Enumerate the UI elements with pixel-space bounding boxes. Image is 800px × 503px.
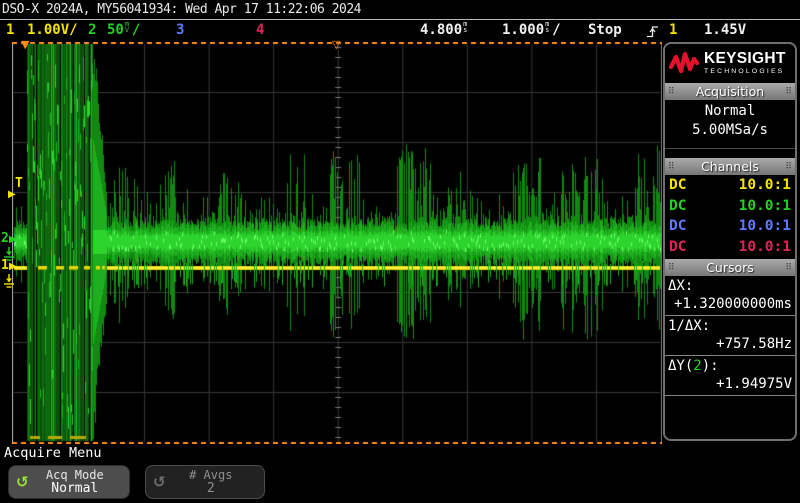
cursor-inverse-delta-x-label: 1/ΔX:	[665, 316, 795, 335]
cursor-delta-y-value: +1.94975V	[665, 375, 795, 396]
num-avgs-softkey[interactable]: ↺ # Avgs 2	[145, 465, 265, 499]
cursors-panel-header[interactable]: ⠿ Cursors ⠿	[665, 259, 795, 276]
cursor-delta-y: ΔY(2): +1.94975V	[665, 356, 795, 396]
graticule-area: ▼ ▽	[12, 42, 662, 444]
grip-icon: ⠿	[668, 263, 675, 273]
channel4-probe: 10.0:1	[739, 239, 791, 255]
cursor-inverse-delta-x: 1/ΔX: +757.58Hz	[665, 316, 795, 356]
trigger-slope-icon	[646, 24, 659, 39]
cursor-delta-x-value: +1.320000000ms	[665, 295, 795, 316]
channels-panel: ⠿ Channels ⠿ DC 10.0:1 DC 10.0:1 DC 10.0…	[665, 158, 795, 259]
channel2-probe: 10.0:1	[739, 198, 791, 214]
channel1-row: DC 10.0:1	[665, 175, 795, 196]
grip-icon: ⠿	[785, 87, 792, 97]
channel3-coupling: DC	[669, 218, 686, 234]
channel4-coupling: DC	[669, 239, 686, 255]
keysight-spark-icon	[669, 50, 699, 76]
channel3-row: DC 10.0:1	[665, 216, 795, 237]
cycle-icon: ↺	[153, 475, 166, 490]
acquisition-panel: ⠿ Acquisition ⠿ Normal 5.00MSa/s	[665, 83, 795, 149]
sample-rate-value: 5.00MSa/s	[665, 121, 795, 140]
system-status-line: DSO-X 2024A, MY56041934: Wed Apr 17 11:2…	[2, 2, 361, 17]
ch1-reference-label: 1	[1, 259, 9, 272]
brand-name: KEYSIGHT	[704, 51, 786, 66]
time-reference-icon: ▽	[332, 39, 340, 50]
num-avgs-softkey-value: 2	[166, 482, 256, 496]
acquisition-mode-value: Normal	[665, 102, 795, 121]
grip-icon: ⠿	[668, 87, 675, 97]
channel1-probe: 10.0:1	[739, 177, 791, 193]
run-state-indicator: Stop	[588, 21, 622, 39]
acq-mode-softkey-label: Acq Mode	[29, 469, 121, 482]
trigger-source-readout: 1	[669, 21, 677, 39]
oscilloscope-screen: { "header": { "title": "DSO-X 2024A, MY5…	[0, 0, 800, 503]
channel4-row: DC 10.0:1	[665, 237, 795, 258]
grip-icon: ⠿	[668, 162, 675, 172]
grip-icon: ⠿	[785, 263, 792, 273]
channels-panel-title: Channels	[701, 159, 759, 174]
channel2-row: DC 10.0:1	[665, 196, 795, 217]
acquisition-panel-title: Acquisition	[696, 84, 764, 99]
title-divider	[0, 19, 800, 20]
ch3-number: 3	[176, 21, 184, 39]
cycle-icon: ↺	[16, 475, 29, 490]
acq-mode-softkey[interactable]: ↺ Acq Mode Normal	[8, 465, 130, 499]
trigger-level-readout: 1.45V	[704, 21, 746, 39]
info-sidebar: KEYSIGHT TECHNOLOGIES ⠿ Acquisition ⠿ No…	[663, 42, 797, 441]
timebase-readout: 1.000ms/	[502, 21, 561, 39]
cursor-delta-y-label: ΔY(2):	[665, 356, 795, 375]
ch2-reference-label: 2	[1, 232, 9, 245]
trigger-level-marker-label: T	[15, 177, 23, 190]
channel1-coupling: DC	[669, 177, 686, 193]
menu-title: Acquire Menu	[4, 445, 102, 461]
ch1-reference-arrow-icon: ▶	[9, 262, 17, 272]
cursor-inverse-delta-x-value: +757.58Hz	[665, 335, 795, 356]
ch2-reference-arrow-icon: ▶	[9, 235, 17, 245]
channel3-probe: 10.0:1	[739, 218, 791, 234]
cursor-delta-x-label: ΔX:	[665, 276, 795, 295]
acq-mode-softkey-value: Normal	[29, 482, 121, 496]
ch1-scale-readout: 1.00V/	[27, 21, 78, 39]
trigger-position-icon: ▼	[21, 39, 29, 50]
channel2-coupling: DC	[669, 198, 686, 214]
keysight-logo: KEYSIGHT TECHNOLOGIES	[665, 44, 795, 83]
acquisition-panel-header[interactable]: ⠿ Acquisition ⠿	[665, 83, 795, 100]
ch4-number: 4	[256, 21, 264, 39]
cursors-panel-title: Cursors	[706, 260, 754, 275]
num-avgs-softkey-label: # Avgs	[166, 469, 256, 482]
cursor-delta-x: ΔX: +1.320000000ms	[665, 276, 795, 316]
brand-subname: TECHNOLOGIES	[704, 68, 786, 75]
cursors-panel: ⠿ Cursors ⠿ ΔX: +1.320000000ms 1/ΔX: +75…	[665, 259, 795, 396]
cursor-delta-y-channel: 2	[693, 358, 701, 374]
ch1-ground-icon	[3, 274, 15, 289]
ch2-scale-readout: 50mV/	[107, 21, 140, 39]
grip-icon: ⠿	[785, 162, 792, 172]
trigger-level-arrow-icon: ▶	[8, 190, 16, 200]
waveform-canvas	[12, 42, 662, 444]
channels-panel-header[interactable]: ⠿ Channels ⠿	[665, 158, 795, 175]
ch1-number: 1	[6, 21, 14, 39]
ch2-number: 2	[88, 21, 96, 39]
delay-readout: 4.800ms	[420, 21, 470, 39]
